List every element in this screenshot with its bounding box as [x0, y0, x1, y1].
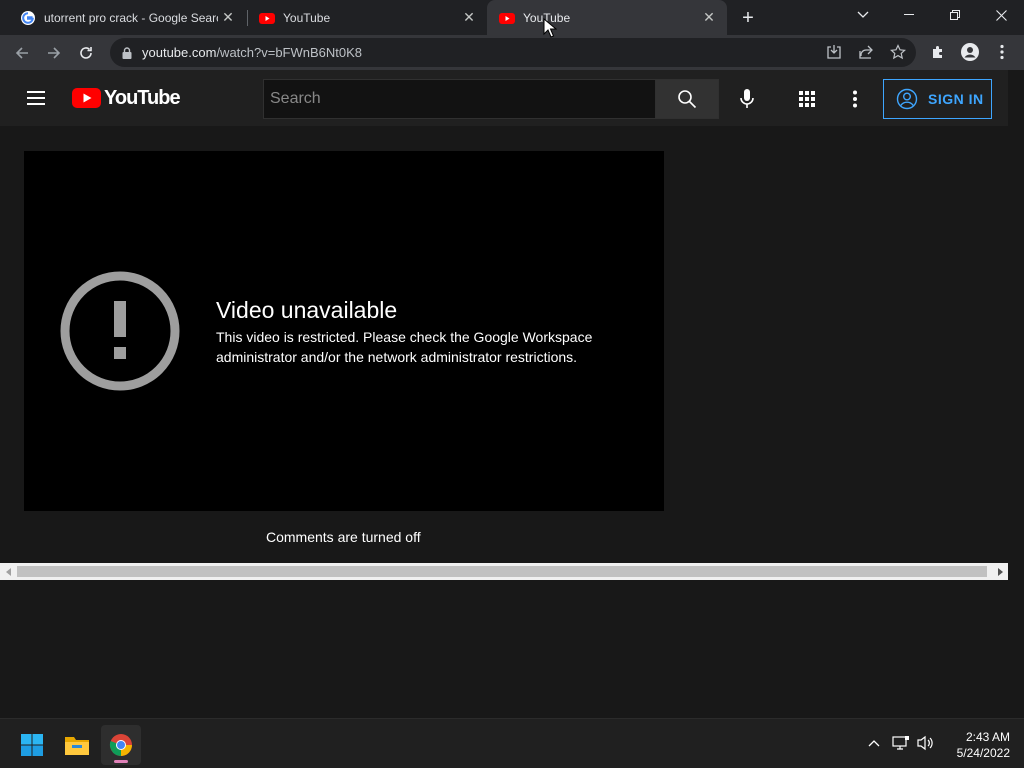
star-icon — [890, 44, 906, 60]
watch-page: Video unavailable This video is restrict… — [0, 126, 1008, 563]
extensions-button[interactable] — [926, 40, 950, 64]
tab-strip: utorrent pro crack - Google Search ✕ You… — [0, 0, 1024, 35]
start-button[interactable] — [12, 725, 52, 765]
chevron-up-icon — [868, 740, 880, 747]
more-vert-icon — [1000, 44, 1004, 60]
close-tab-icon[interactable]: ✕ — [699, 8, 719, 28]
active-app-indicator — [114, 760, 128, 763]
back-button[interactable] — [8, 39, 36, 67]
arrow-left-icon — [15, 47, 28, 59]
url-text: youtube.com/watch?v=bFWnB6Nt0K8 — [142, 45, 362, 60]
clock-time: 2:43 AM — [965, 730, 1010, 744]
caret-right-icon — [997, 567, 1003, 576]
puzzle-icon — [933, 46, 942, 58]
tab-title: utorrent pro crack - Google Search — [44, 10, 218, 25]
new-tab-button[interactable]: + — [736, 6, 760, 30]
apps-grid-icon[interactable] — [795, 87, 819, 111]
sign-in-button[interactable]: SIGN IN — [883, 79, 992, 119]
lock-icon[interactable] — [120, 46, 134, 60]
vertical-scrollbar[interactable] — [1008, 70, 1024, 580]
file-explorer-icon — [65, 737, 89, 755]
search-button[interactable] — [655, 79, 719, 119]
hamburger-menu-icon[interactable] — [24, 86, 48, 110]
tab-youtube-active[interactable]: YouTube ✕ — [487, 0, 727, 35]
caret-left-icon — [5, 567, 11, 576]
reload-button[interactable] — [72, 39, 100, 67]
tab-google-search[interactable]: utorrent pro crack - Google Search ✕ — [0, 0, 246, 35]
logo-wordmark: YouTube — [104, 86, 181, 109]
search-input[interactable] — [264, 90, 655, 108]
youtube-play-logo-icon — [72, 88, 101, 108]
install-app-button[interactable] — [824, 42, 844, 62]
close-tab-icon[interactable]: ✕ — [459, 8, 479, 28]
scroll-right-arrow[interactable] — [991, 563, 1008, 580]
browser-toolbar: youtube.com/watch?v=bFWnB6Nt0K8 — [0, 35, 1024, 70]
exclamation-circle-icon — [60, 271, 180, 391]
horizontal-scrollbar[interactable] — [0, 563, 1008, 580]
restore-icon — [950, 10, 960, 20]
start-icon — [21, 734, 43, 756]
url-path: /watch?v=bFWnB6Nt0K8 — [216, 45, 363, 60]
tab-title: YouTube — [283, 10, 331, 25]
minimize-icon — [904, 14, 914, 15]
close-icon — [995, 9, 1007, 21]
address-bar[interactable]: youtube.com/watch?v=bFWnB6Nt0K8 — [110, 38, 916, 67]
chrome-taskbar-button[interactable] — [101, 725, 141, 765]
speaker-icon — [917, 735, 933, 751]
url-host: youtube.com — [142, 45, 217, 60]
network-icon — [892, 736, 909, 750]
voice-search-button[interactable] — [735, 87, 759, 111]
sign-in-label: SIGN IN — [928, 91, 984, 107]
volume-button[interactable] — [916, 733, 936, 753]
google-icon — [21, 10, 35, 25]
error-title: Video unavailable — [216, 297, 398, 323]
youtube-icon — [499, 12, 515, 24]
share-icon — [859, 45, 873, 59]
close-tab-icon[interactable]: ✕ — [218, 8, 238, 28]
chrome-menu-button[interactable] — [990, 40, 1014, 64]
error-message: This video is restricted. Please check t… — [216, 329, 593, 365]
show-hidden-icons-button[interactable] — [864, 733, 884, 753]
more-vert-icon — [853, 90, 857, 108]
minimize-button[interactable] — [886, 0, 932, 30]
settings-menu-button[interactable] — [843, 87, 867, 111]
profile-button[interactable] — [958, 40, 982, 64]
clock-date: 5/24/2022 — [956, 746, 1010, 760]
bookmark-button[interactable] — [888, 42, 908, 62]
close-window-button[interactable] — [978, 0, 1024, 30]
youtube-logo[interactable]: YouTube — [72, 86, 181, 109]
scroll-left-arrow[interactable] — [0, 563, 17, 580]
mouse-cursor-icon — [543, 18, 557, 38]
network-button[interactable] — [891, 733, 911, 753]
share-button[interactable] — [856, 42, 876, 62]
file-explorer-button[interactable] — [57, 725, 97, 765]
youtube-header: YouTube SIGN IN — [0, 70, 1024, 126]
arrow-right-icon — [48, 47, 61, 59]
search-icon — [678, 90, 697, 109]
video-player[interactable]: Video unavailable This video is restrict… — [24, 151, 664, 511]
chevron-down-icon — [857, 11, 869, 18]
forward-button[interactable] — [40, 39, 68, 67]
account-circle-icon — [896, 88, 918, 110]
search-box — [263, 79, 656, 119]
chrome-icon — [109, 734, 132, 756]
youtube-icon — [259, 12, 275, 24]
system-clock[interactable]: 2:43 AM 5/24/2022 — [940, 729, 1010, 761]
reload-icon — [80, 47, 92, 59]
tab-youtube-1[interactable]: YouTube ✕ — [239, 0, 487, 35]
install-icon — [827, 45, 841, 59]
scrollbar-thumb[interactable] — [17, 566, 987, 577]
page-blank-area — [0, 580, 1024, 718]
comments-status: Comments are turned off — [266, 529, 421, 545]
restore-button[interactable] — [932, 0, 978, 30]
windows-taskbar: 2:43 AM 5/24/2022 — [0, 718, 1024, 768]
profile-icon — [961, 43, 979, 61]
tab-search-button[interactable] — [840, 0, 886, 30]
microphone-icon — [740, 89, 754, 108]
